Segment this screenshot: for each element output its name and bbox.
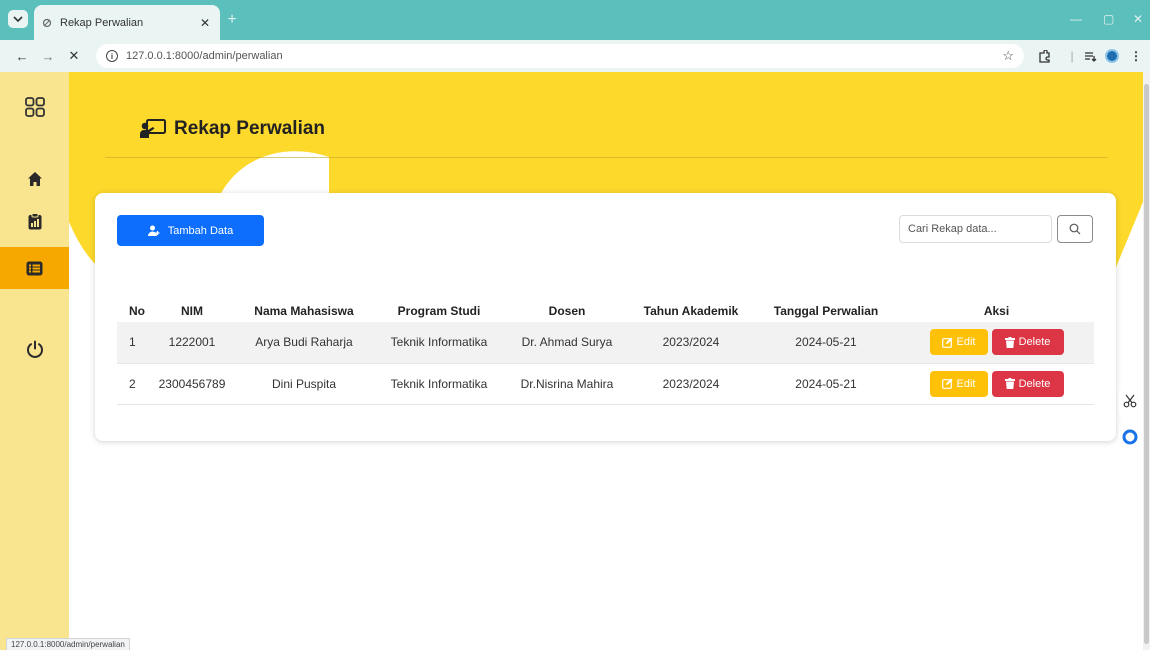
search-button[interactable] bbox=[1057, 215, 1093, 243]
grid-icon bbox=[24, 97, 45, 117]
delete-label: Delete bbox=[1018, 336, 1051, 349]
extensions-icon[interactable] bbox=[1034, 46, 1054, 66]
delete-button[interactable]: Delete bbox=[991, 329, 1064, 356]
forward-icon[interactable]: → bbox=[38, 46, 58, 66]
trash-icon bbox=[1004, 336, 1015, 348]
cell-prodi: Teknik Informatika bbox=[373, 322, 505, 364]
cell-nim: 1222001 bbox=[149, 322, 235, 364]
chevron-down-icon bbox=[13, 16, 23, 22]
cell-nama: Arya Budi Raharja bbox=[235, 322, 373, 364]
bookmark-star-icon[interactable]: ☆ bbox=[1002, 48, 1014, 64]
site-info-icon[interactable]: i bbox=[106, 50, 118, 62]
edit-icon bbox=[941, 378, 953, 389]
sidebar-item-perwalian[interactable] bbox=[0, 247, 69, 289]
reading-list-icon[interactable] bbox=[1080, 46, 1100, 66]
data-card: Tambah Data No NIM Nama Mahasiswa Progra… bbox=[95, 193, 1116, 441]
page-title-text: Rekap Perwalian bbox=[174, 118, 326, 139]
edit-icon bbox=[941, 337, 953, 348]
add-data-button[interactable]: Tambah Data bbox=[117, 215, 264, 246]
page-content: Rekap Perwalian Tambah Data No bbox=[0, 72, 1143, 650]
url-text: 127.0.0.1:8000/admin/perwalian bbox=[126, 50, 283, 62]
edit-label: Edit bbox=[956, 336, 976, 349]
cell-aksi: Edit Delete bbox=[899, 363, 1094, 405]
home-icon bbox=[27, 172, 42, 186]
close-window-icon[interactable]: ✕ bbox=[1133, 12, 1143, 26]
col-header-nama: Nama Mahasiswa bbox=[254, 303, 354, 318]
tab-close-icon[interactable]: ✕ bbox=[198, 16, 212, 30]
page-title: Rekap Perwalian bbox=[140, 118, 325, 140]
cell-tahun: 2023/2024 bbox=[629, 322, 753, 364]
cell-dosen: Dr. Ahmad Surya bbox=[505, 322, 629, 364]
col-header-nim: NIM bbox=[181, 303, 203, 318]
table-row: 1 1222001 Arya Budi Raharja Teknik Infor… bbox=[117, 322, 1094, 364]
power-icon bbox=[26, 340, 43, 358]
cell-nama: Dini Puspita bbox=[235, 363, 373, 405]
col-header-aksi: Aksi bbox=[983, 303, 1010, 318]
scrollbar-thumb[interactable] bbox=[1144, 84, 1149, 644]
col-header-dosen: Dosen bbox=[548, 303, 586, 318]
edit-button[interactable]: Edit bbox=[929, 329, 988, 356]
col-header-tanggal: Tanggal Perwalian bbox=[773, 303, 879, 318]
perwalian-table: No NIM Nama Mahasiswa Program Studi Dose… bbox=[117, 299, 1094, 405]
user-plus-icon bbox=[147, 225, 160, 236]
delete-label: Delete bbox=[1018, 377, 1051, 390]
page-scrollbar[interactable] bbox=[1143, 72, 1150, 650]
tab-favicon-icon bbox=[42, 18, 52, 28]
trash-icon bbox=[1004, 378, 1015, 389]
browser-menu-icon[interactable]: ⋮ bbox=[1126, 46, 1146, 66]
cell-no: 1 bbox=[117, 322, 149, 364]
sidebar-item-report[interactable] bbox=[0, 200, 69, 242]
assistant-icon[interactable] bbox=[1119, 426, 1141, 448]
header-divider bbox=[105, 157, 1108, 158]
delete-button[interactable]: Delete bbox=[991, 370, 1064, 397]
url-field[interactable]: i 127.0.0.1:8000/admin/perwalian ☆ bbox=[96, 44, 1024, 68]
sidebar-item-menu[interactable] bbox=[0, 86, 69, 128]
col-header-no: No bbox=[129, 303, 145, 318]
cell-dosen: Dr.Nisrina Mahira bbox=[505, 363, 629, 405]
browser-tab[interactable]: Rekap Perwalian ✕ bbox=[34, 5, 220, 40]
tab-search-button[interactable] bbox=[8, 10, 28, 28]
table-row: 2 2300456789 Dini Puspita Teknik Informa… bbox=[117, 363, 1094, 405]
toolbar-divider: | bbox=[1070, 49, 1074, 63]
browser-tab-bar: Rekap Perwalian ✕ + — ▢ ✕ bbox=[0, 0, 1150, 40]
edit-button[interactable]: Edit bbox=[929, 370, 988, 397]
col-header-prodi: Program Studi bbox=[397, 303, 481, 318]
sidebar-item-logout[interactable] bbox=[0, 328, 69, 370]
clipboard-icon bbox=[28, 212, 41, 229]
cell-prodi: Teknik Informatika bbox=[373, 363, 505, 405]
search-input[interactable] bbox=[899, 215, 1052, 243]
table-header-row: No NIM Nama Mahasiswa Program Studi Dose… bbox=[117, 299, 1094, 322]
back-icon[interactable]: ← bbox=[12, 46, 32, 66]
scissors-icon[interactable] bbox=[1119, 390, 1141, 412]
address-bar: ← → ✕ i 127.0.0.1:8000/admin/perwalian ☆… bbox=[0, 40, 1150, 72]
stop-loading-icon[interactable]: ✕ bbox=[64, 46, 84, 66]
cell-nim: 2300456789 bbox=[149, 363, 235, 405]
new-tab-button[interactable]: + bbox=[222, 10, 242, 30]
minimize-icon[interactable]: — bbox=[1070, 12, 1082, 26]
cell-tanggal: 2024-05-21 bbox=[753, 322, 899, 364]
add-data-label: Tambah Data bbox=[167, 224, 234, 237]
profile-avatar[interactable] bbox=[1102, 46, 1122, 66]
restore-icon[interactable]: ▢ bbox=[1103, 12, 1114, 26]
edit-label: Edit bbox=[956, 377, 976, 390]
tab-title: Rekap Perwalian bbox=[60, 16, 144, 29]
col-header-tahun: Tahun Akademik bbox=[643, 303, 739, 318]
search-form bbox=[899, 215, 1093, 243]
list-icon bbox=[26, 261, 43, 275]
cell-tanggal: 2024-05-21 bbox=[753, 363, 899, 405]
sidebar bbox=[0, 72, 69, 650]
cell-no: 2 bbox=[117, 363, 149, 405]
sidebar-item-home[interactable] bbox=[0, 158, 69, 200]
chalkboard-teacher-icon bbox=[140, 119, 166, 139]
search-icon bbox=[1069, 223, 1081, 235]
status-bar-url: 127.0.0.1:8000/admin/perwalian bbox=[6, 638, 130, 650]
cell-tahun: 2023/2024 bbox=[629, 363, 753, 405]
cell-aksi: Edit Delete bbox=[899, 322, 1094, 364]
